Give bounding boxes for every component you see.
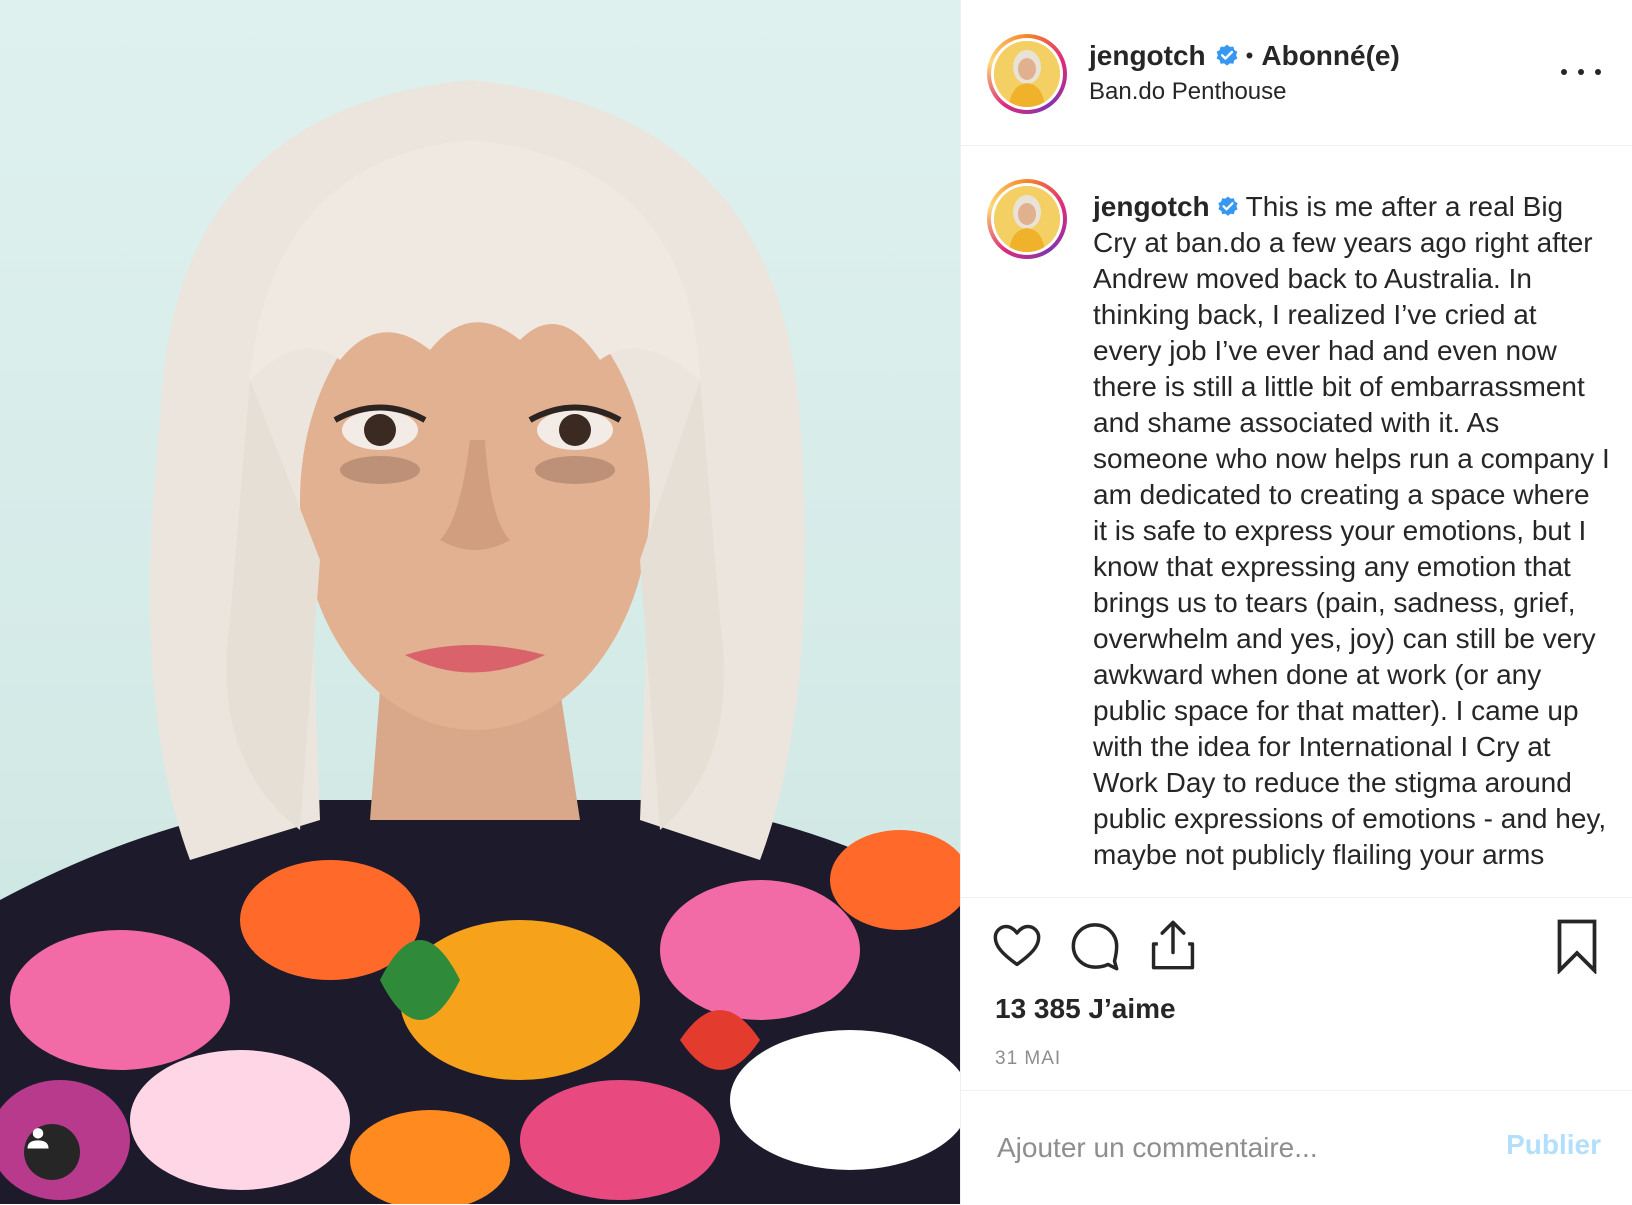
caption: jengotch This is me after a real Big Cry… [1093, 189, 1611, 873]
comment-input[interactable] [995, 1125, 1499, 1171]
caption-username[interactable]: jengotch [1093, 191, 1210, 222]
tagged-users-button[interactable] [24, 1124, 80, 1180]
header-username[interactable]: jengotch [1089, 40, 1206, 72]
tagged-user-icon [27, 1128, 49, 1149]
avatar-image [994, 41, 1060, 107]
caption-scroll-area[interactable]: jengotch This is me after a real Big Cry… [961, 145, 1632, 897]
comment-bar: Publier [961, 1090, 1632, 1205]
follow-status-button[interactable]: Abonné(e) [1261, 40, 1399, 72]
post-photo[interactable] [0, 0, 960, 1204]
caption-avatar-image [994, 186, 1060, 252]
separator-dot: • [1245, 43, 1254, 68]
heart-icon[interactable] [991, 920, 1043, 972]
bookmark-icon[interactable] [1553, 918, 1601, 974]
post-header: jengotch • Abonné(e) Ban.do Penthouse [961, 0, 1632, 146]
avatar[interactable] [987, 34, 1067, 114]
more-options-icon[interactable] [1561, 60, 1601, 84]
portrait-illustration [0, 80, 960, 1204]
post-date[interactable]: 31 MAI [995, 1048, 1061, 1070]
share-icon[interactable] [1147, 918, 1199, 972]
likes-count[interactable]: 13 385 J’aime [995, 993, 1176, 1025]
post-actions: 13 385 J’aime 31 MAI [961, 897, 1632, 1091]
publish-button[interactable]: Publier [1506, 1129, 1601, 1161]
location-link[interactable]: Ban.do Penthouse [1089, 78, 1400, 106]
post-sidebar: jengotch • Abonné(e) Ban.do Penthouse je… [960, 0, 1632, 1204]
caption-text: This is me after a real Big Cry at ban.d… [1093, 191, 1610, 870]
caption-avatar[interactable] [987, 179, 1067, 259]
verified-badge-icon [1216, 44, 1238, 66]
verified-badge-icon [1218, 196, 1238, 216]
comment-bubble-icon[interactable] [1069, 920, 1121, 972]
